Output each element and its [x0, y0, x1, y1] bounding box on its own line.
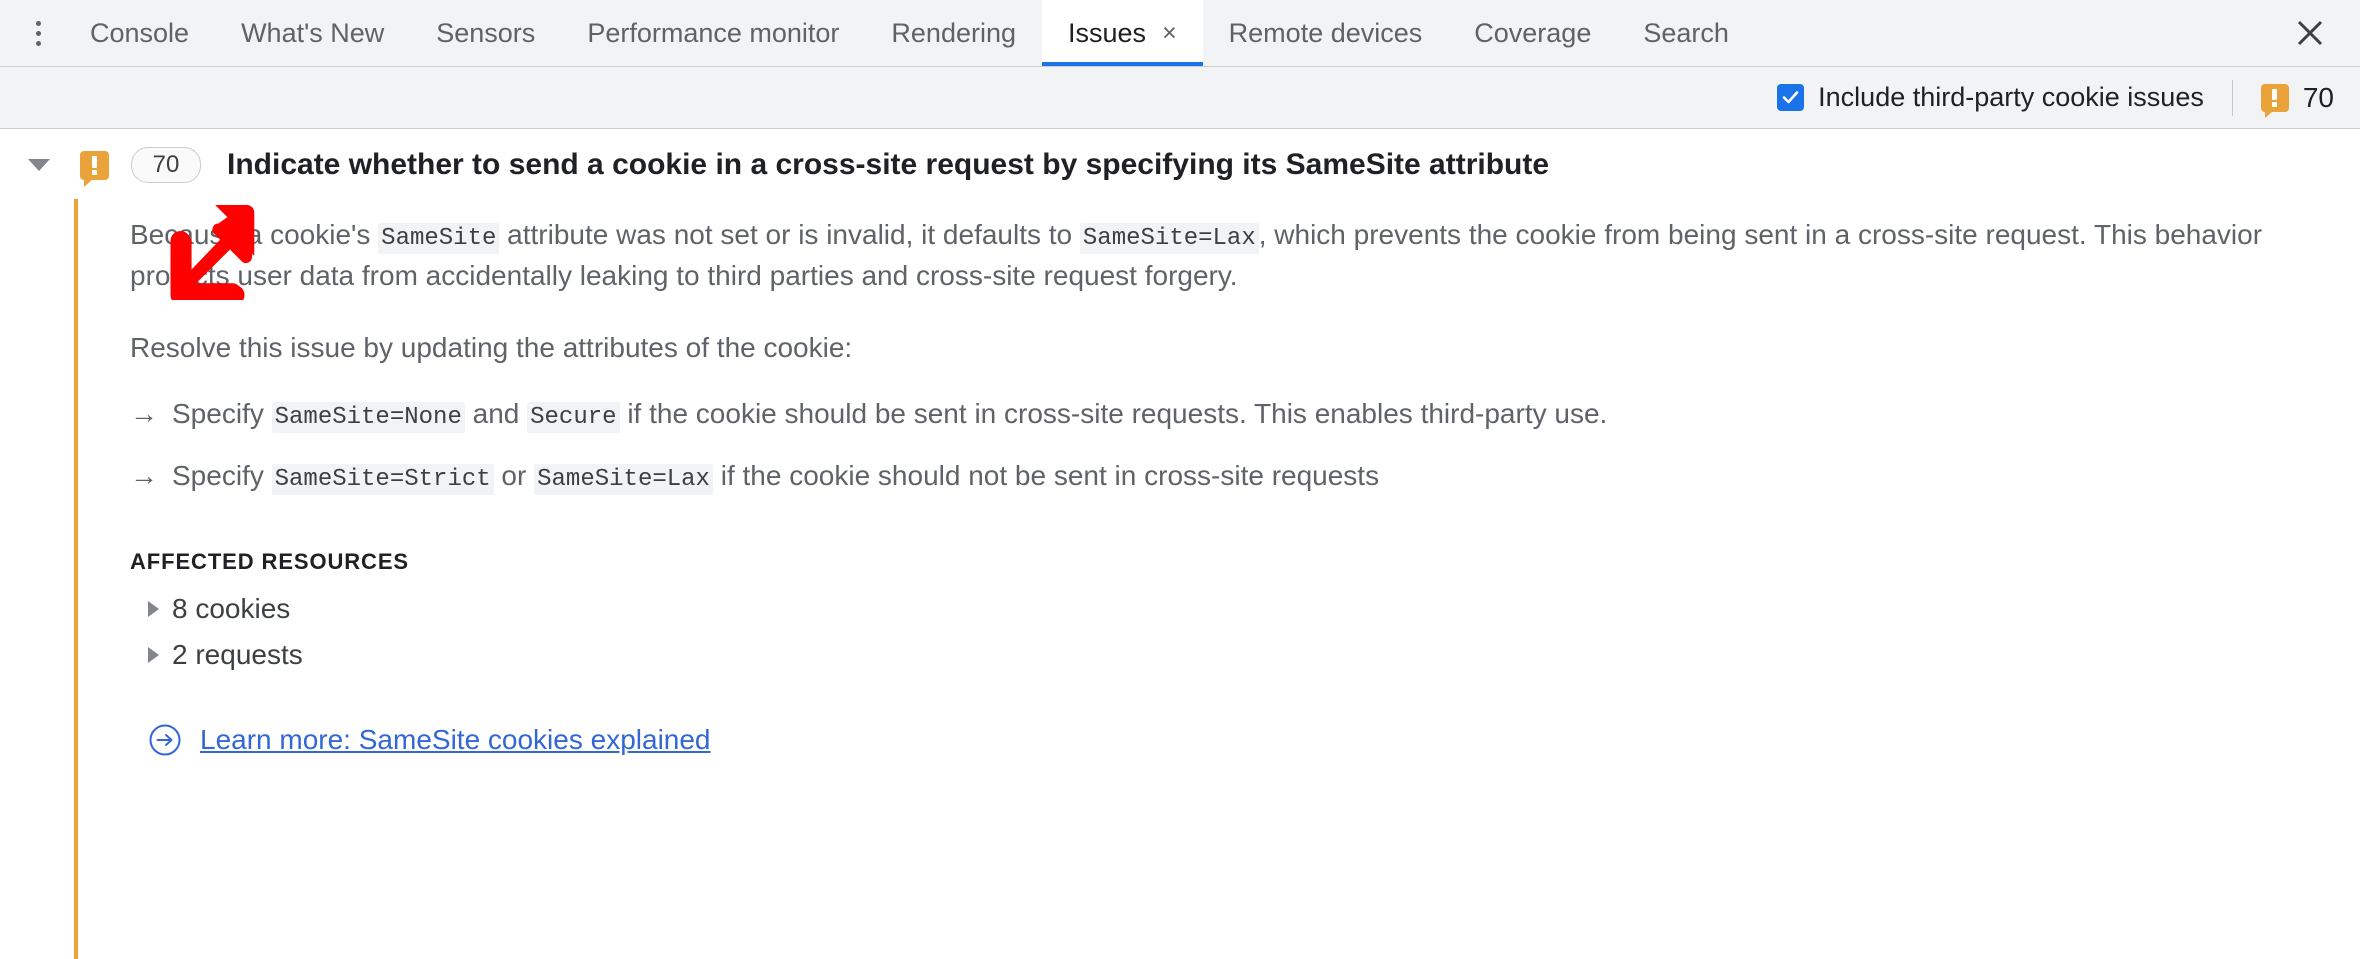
bullet-text-2: and — [464, 397, 528, 429]
tab-label: Search — [1643, 17, 1729, 48]
code-samesite-lax: SameSite=Lax — [534, 464, 713, 496]
bullet-text-2: or — [493, 460, 535, 492]
code-samesite: SameSite — [378, 223, 500, 254]
close-icon — [2297, 20, 2323, 46]
tab-label: Sensors — [436, 17, 536, 48]
bullet-text-1: Specify — [172, 460, 272, 492]
affected-resources-title: AFFECTED RESOURCES — [130, 548, 409, 574]
issue-item: 70 Indicate whether to send a cookie in … — [0, 129, 2360, 959]
code-samesite-none: SameSite=None — [271, 401, 465, 433]
devtools-tabbar: Console What's New Sensors Performance m… — [0, 0, 2360, 67]
tab-whats-new[interactable]: What's New — [215, 0, 410, 66]
tab-remote-devices[interactable]: Remote devices — [1203, 0, 1449, 66]
tab-label: Remote devices — [1228, 17, 1423, 48]
code-samesite-lax: SameSite=Lax — [1079, 223, 1259, 254]
arrow-right-icon: → — [130, 460, 158, 492]
code-secure: Secure — [527, 401, 620, 433]
checkmark-icon — [1782, 91, 1799, 104]
affected-resource-label: 8 cookies — [172, 592, 291, 624]
learn-more-row[interactable]: Learn more: SameSite cookies explained — [148, 723, 2360, 757]
issues-toolbar: Include third-party cookie issues 70 — [0, 67, 2360, 129]
issue-badge-count: 70 — [131, 147, 201, 183]
chevron-right-icon — [148, 646, 159, 663]
tab-close-icon[interactable]: × — [1162, 20, 1177, 46]
include-third-party-cookie-issues-checkbox[interactable]: Include third-party cookie issues — [1777, 82, 2204, 113]
tab-issues[interactable]: Issues × — [1042, 0, 1203, 66]
affected-resource-requests[interactable]: 2 requests — [148, 639, 2360, 671]
arrow-right-icon: → — [130, 397, 158, 429]
warning-icon — [80, 150, 109, 187]
more-vertical-icon — [35, 20, 41, 46]
tab-label: Console — [90, 17, 190, 48]
issue-count-value: 70 — [2302, 81, 2334, 113]
code-samesite-strict: SameSite=Strict — [271, 464, 494, 496]
tab-label: Performance monitor — [587, 17, 840, 48]
bullet-text-3: if the cookie should not be sent in cros… — [712, 460, 1380, 492]
issue-resolution-intro: Resolve this issue by updating the attri… — [130, 331, 853, 363]
learn-more-link[interactable]: Learn more: SameSite cookies explained — [200, 724, 711, 756]
issue-count-summary: 70 — [2260, 81, 2334, 118]
tab-label: What's New — [241, 17, 385, 48]
bullet-text-3: if the cookie should be sent in cross-si… — [619, 397, 1608, 429]
warning-icon — [2260, 83, 2289, 118]
tab-label: Rendering — [891, 17, 1017, 48]
issue-expand-toggle[interactable] — [22, 159, 56, 171]
issue-header[interactable]: 70 Indicate whether to send a cookie in … — [0, 129, 2360, 199]
bullet-text-1: Specify — [172, 397, 272, 429]
affected-resource-label: 2 requests — [172, 638, 303, 670]
tab-console[interactable]: Console — [64, 0, 215, 66]
tab-list: Console What's New Sensors Performance m… — [64, 0, 2274, 66]
chevron-down-icon — [28, 159, 50, 171]
toolbar-divider — [2231, 79, 2233, 116]
issue-details: Because a cookie's SameSite attribute wa… — [74, 199, 2360, 959]
affected-resource-cookies[interactable]: 8 cookies — [148, 593, 2360, 625]
issue-title: Indicate whether to send a cookie in a c… — [227, 148, 1550, 181]
arrow-circle-right-icon — [149, 724, 181, 756]
more-tools-button[interactable] — [12, 0, 64, 66]
resolution-bullet-none-secure: → Specify SameSite=None and Secure if the… — [130, 394, 2360, 435]
checkbox-label: Include third-party cookie issues — [1818, 82, 2204, 112]
tab-label: Coverage — [1474, 17, 1592, 48]
tab-rendering[interactable]: Rendering — [865, 0, 1042, 66]
chevron-right-icon — [148, 600, 159, 617]
issue-description-paragraph: Because a cookie's SameSite attribute wa… — [130, 215, 2290, 296]
tab-label: Issues — [1068, 17, 1147, 48]
desc-text-2: attribute was not set or is invalid, it … — [499, 219, 1080, 250]
desc-text-1: Because a cookie's — [130, 219, 379, 250]
tab-performance-monitor[interactable]: Performance monitor — [561, 0, 865, 66]
tab-coverage[interactable]: Coverage — [1448, 0, 1617, 66]
close-panel-button[interactable] — [2274, 0, 2346, 66]
tab-search[interactable]: Search — [1617, 0, 1755, 66]
tab-sensors[interactable]: Sensors — [410, 0, 561, 66]
resolution-bullet-strict-lax: → Specify SameSite=Strict or SameSite=Lax… — [130, 456, 2360, 497]
checkbox-box[interactable] — [1777, 84, 1805, 111]
